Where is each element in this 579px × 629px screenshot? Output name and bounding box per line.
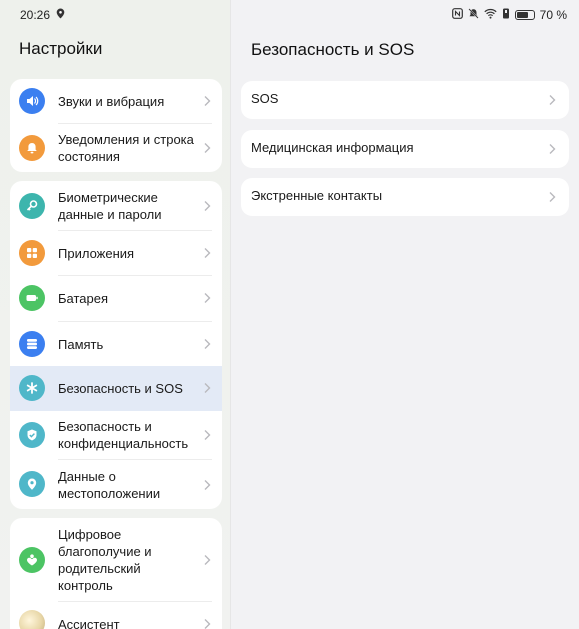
chevron-right-icon <box>204 480 211 490</box>
chevron-right-icon <box>204 96 211 106</box>
key-icon <box>19 193 45 219</box>
sidebar-item-label: Безопасность и конфиденциальность <box>58 419 189 451</box>
status-right: 70 % <box>451 8 567 22</box>
sidebar-item-label: Уведомления и строка состояния <box>58 132 194 164</box>
battery-icon <box>19 285 45 311</box>
chevron-right-icon <box>204 339 211 349</box>
battery-fill <box>516 12 528 18</box>
chevron-right-icon <box>549 192 556 202</box>
sidebar-item-label: Цифровое благополучие и родительский кон… <box>58 527 152 593</box>
chevron-right-icon <box>204 430 211 440</box>
sidebar-item-storage[interactable]: Память <box>10 322 222 366</box>
sidebar-item-label: Звуки и вибрация <box>58 94 165 109</box>
storage-icon <box>19 331 45 357</box>
location-icon <box>56 8 65 22</box>
list-item-label: Медицинская информация <box>251 140 414 155</box>
battery-indicator <box>514 10 535 20</box>
battery-percent: 70 % <box>539 8 567 22</box>
settings-sidebar: Настройки Звуки и вибрация Уведомления и… <box>0 0 231 629</box>
sidebar-item-biometrics[interactable]: Биометрические данные и пароли <box>10 181 222 230</box>
clock: 20:26 <box>20 8 51 22</box>
sidebar-item-digital-wellbeing[interactable]: Цифровое благополучие и родительский кон… <box>10 518 222 601</box>
list-item-sos[interactable]: SOS <box>241 81 569 119</box>
list-item-label: Экстренные контакты <box>251 188 383 203</box>
sidebar-item-assistant[interactable]: Ассистент <box>10 602 222 629</box>
page-title: Безопасность и SOS <box>251 40 415 59</box>
list-item-label: SOS <box>251 91 279 106</box>
bell-icon <box>19 135 45 161</box>
sidebar-item-apps[interactable]: Приложения <box>10 231 222 275</box>
chevron-right-icon <box>204 143 211 153</box>
chevron-right-icon <box>549 95 556 105</box>
sidebar-item-label: Ассистент <box>58 617 120 629</box>
sidebar-item-location[interactable]: Данные о местоположении <box>10 460 222 509</box>
chevron-right-icon <box>204 383 211 393</box>
sidebar-item-label: Батарея <box>58 291 109 306</box>
wifi-icon <box>484 8 497 22</box>
chevron-right-icon <box>204 248 211 258</box>
chevron-right-icon <box>204 201 211 211</box>
settings-group-wellbeing: Цифровое благополучие и родительский кон… <box>10 518 222 629</box>
chevron-right-icon <box>204 293 211 303</box>
chevron-right-icon <box>204 555 211 565</box>
sidebar-item-label: Приложения <box>58 246 135 261</box>
sidebar-item-battery[interactable]: Батарея <box>10 276 222 321</box>
sidebar-item-sounds[interactable]: Звуки и вибрация <box>10 79 222 123</box>
mute-bell-icon <box>468 8 479 22</box>
asterisk-icon <box>19 375 45 401</box>
settings-group-system: Биометрические данные и пароли Приложени… <box>10 181 222 509</box>
vibrate-icon <box>502 8 510 22</box>
settings-group-sound-notifications: Звуки и вибрация Уведомления и строка со… <box>10 79 222 172</box>
sidebar-item-label: Биометрические данные и пароли <box>58 190 162 222</box>
sidebar-item-label: Безопасность и SOS <box>58 381 183 396</box>
list-item-emergency-contacts[interactable]: Экстренные контакты <box>241 178 569 216</box>
chevron-right-icon <box>549 144 556 154</box>
assistant-icon <box>19 610 45 629</box>
list-item-medical-info[interactable]: Медицинская информация <box>241 130 569 168</box>
status-left: 20:26 <box>20 8 65 22</box>
status-bar: 20:26 70 % <box>0 0 579 30</box>
apps-grid-icon <box>19 240 45 266</box>
sidebar-item-label: Данные о местоположении <box>58 469 161 501</box>
sidebar-item-privacy[interactable]: Безопасность и конфиденциальность <box>10 411 222 459</box>
sidebar-title: Настройки <box>19 39 103 58</box>
sidebar-item-security-sos[interactable]: Безопасность и SOS <box>10 366 222 411</box>
sidebar-item-notifications[interactable]: Уведомления и строка состояния <box>10 124 222 172</box>
nfc-icon <box>451 8 463 22</box>
heart-person-icon <box>19 547 45 573</box>
shield-check-icon <box>19 422 45 448</box>
sidebar-item-label: Память <box>58 337 104 352</box>
chevron-right-icon <box>204 619 211 629</box>
speaker-icon <box>19 88 45 114</box>
location-pin-icon <box>19 471 45 497</box>
